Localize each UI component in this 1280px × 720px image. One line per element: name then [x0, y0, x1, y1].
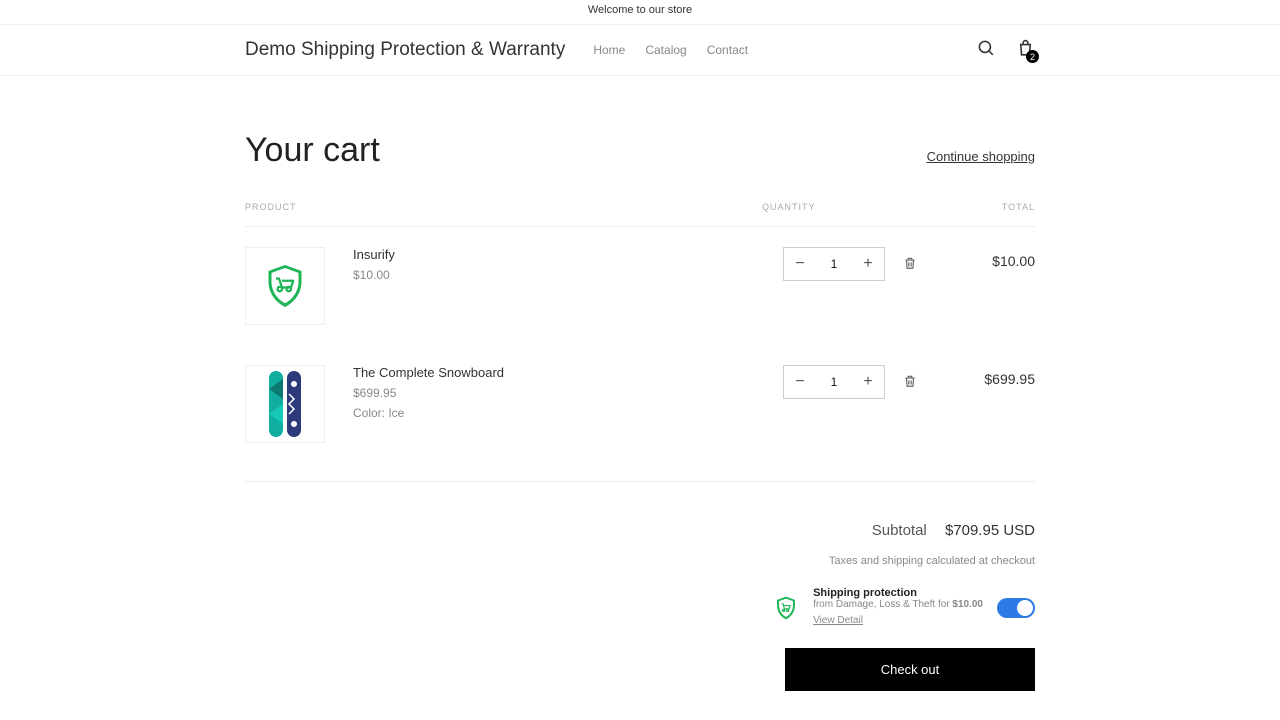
product-variant: Color: Ice [353, 406, 783, 420]
checkout-button[interactable]: Check out [785, 648, 1035, 691]
qty-value: 1 [816, 257, 852, 271]
protection-title: Shipping protection [813, 587, 983, 599]
cart-container: Your cart Continue shopping PRODUCT QUAN… [245, 76, 1035, 628]
qty-decrease-button[interactable]: − [784, 248, 816, 280]
page-title: Your cart [245, 131, 380, 170]
quantity-stepper: − 1 + [783, 247, 885, 281]
line-total: $10.00 [917, 247, 1035, 325]
continue-shopping-link[interactable]: Continue shopping [927, 149, 1035, 164]
main-nav: Home Catalog Contact [593, 43, 748, 57]
product-name: The Complete Snowboard [353, 365, 783, 380]
cart-button[interactable]: 2 [1016, 39, 1035, 61]
column-product: PRODUCT [245, 202, 762, 212]
subtotal-value: $709.95 USD [945, 522, 1035, 539]
product-price: $10.00 [353, 268, 783, 282]
search-icon [977, 39, 996, 58]
remove-item-button[interactable] [903, 365, 917, 392]
search-button[interactable] [977, 39, 996, 61]
cart-count-badge: 2 [1026, 50, 1039, 63]
tax-note: Taxes and shipping calculated at checkou… [245, 555, 1035, 567]
trash-icon [903, 373, 917, 389]
subtotal-label: Subtotal [872, 522, 927, 539]
site-header: Demo Shipping Protection & Warranty Home… [0, 25, 1280, 76]
qty-value: 1 [816, 375, 852, 389]
nav-contact[interactable]: Contact [707, 43, 748, 57]
nav-home[interactable]: Home [593, 43, 625, 57]
cart-row: Insurify $10.00 − 1 + $10.00 [245, 227, 1035, 345]
cart-row: The Complete Snowboard $699.95 Color: Ic… [245, 345, 1035, 463]
shield-icon [261, 262, 309, 310]
protection-description: from Damage, Loss & Theft for $10.00 [813, 599, 983, 610]
cart-summary: Subtotal $709.95 USD Taxes and shipping … [245, 522, 1035, 628]
cart-table-header: PRODUCT QUANTITY TOTAL [245, 202, 1035, 227]
product-image [245, 247, 325, 325]
subtotal-row: Subtotal $709.95 USD [245, 522, 1035, 539]
shield-icon [773, 595, 799, 621]
nav-catalog[interactable]: Catalog [645, 43, 686, 57]
protection-detail-link[interactable]: View Detail [813, 615, 863, 626]
divider [245, 481, 1035, 482]
product-image [245, 365, 325, 443]
quantity-stepper: − 1 + [783, 365, 885, 399]
brand-title: Demo Shipping Protection & Warranty [245, 39, 565, 61]
product-price: $699.95 [353, 386, 783, 400]
column-quantity: QUANTITY [762, 202, 917, 212]
line-total: $699.95 [917, 365, 1035, 443]
column-total: TOTAL [917, 202, 1035, 212]
qty-decrease-button[interactable]: − [784, 366, 816, 398]
announcement-bar: Welcome to our store [0, 0, 1280, 25]
trash-icon [903, 255, 917, 271]
product-name: Insurify [353, 247, 783, 262]
snowboard-icon [267, 369, 303, 439]
remove-item-button[interactable] [903, 247, 917, 274]
shipping-protection-widget: Shipping protection from Damage, Loss & … [245, 587, 1035, 628]
qty-increase-button[interactable]: + [852, 366, 884, 398]
protection-toggle[interactable] [997, 598, 1035, 618]
qty-increase-button[interactable]: + [852, 248, 884, 280]
